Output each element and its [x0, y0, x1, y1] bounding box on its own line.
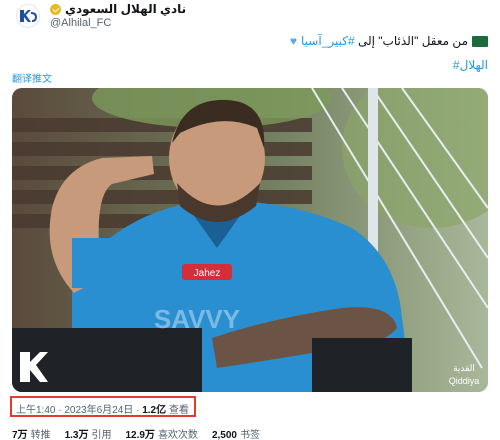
translate-link[interactable]: 翻译推文 — [12, 70, 52, 85]
retweets-label: 转推 — [30, 430, 51, 440]
qiddiya-watermark-text: Qiddiya — [449, 376, 480, 386]
qiddiya-arabic-text: القدية — [453, 363, 475, 373]
bookmarks-count: 2,500 — [211, 430, 237, 440]
verified-badge-icon — [50, 3, 61, 15]
tweet-time[interactable]: 上午1:40 — [16, 405, 55, 416]
display-name-text[interactable]: نادي الهلال السعودي — [65, 2, 186, 16]
likes-count: 12.9万 — [125, 430, 155, 440]
tweet-date[interactable]: 2023年6月24日 — [64, 405, 133, 416]
views-count: 1.2亿 — [142, 405, 167, 416]
tweet-timestamp-views: 上午1:40 · 2023年6月24日 · 1.2亿 查看 — [10, 396, 196, 417]
views-label: 查看 — [168, 405, 189, 416]
hashtag-link[interactable]: #كبير_آسيا — [301, 34, 355, 48]
bookmarks-stat[interactable]: 2,500 书签 — [212, 426, 260, 440]
engagement-stats: 7万 转推 1.3万 引用 12.9万 喜欢次数 2,500 书签 — [12, 426, 260, 440]
tweet-text: من معقل "الذئاب" إلى #كبير_آسيا♥ — [290, 34, 488, 48]
account-handle[interactable]: @Alhilal_FC — [50, 17, 186, 29]
likes-label: 喜欢次数 — [157, 430, 198, 440]
jersey-sponsor-text: Jahez — [194, 268, 221, 279]
hashtag-link[interactable]: #الهلال — [453, 58, 488, 72]
player-photo: Jahez SAVVY القدية Qiddiya — [12, 88, 488, 392]
meta-separator: · — [58, 405, 62, 416]
tweet-text-prefix: من معقل "الذئاب" إلى — [354, 34, 468, 48]
jersey-text: SAVVY — [154, 304, 240, 334]
quotes-count: 1.3万 — [64, 430, 89, 440]
account-display-name[interactable]: نادي الهلال السعودي — [50, 2, 186, 16]
retweets-stat[interactable]: 7万 转推 — [12, 426, 51, 440]
bookmarks-label: 书签 — [239, 430, 260, 440]
retweets-count: 7万 — [12, 430, 28, 440]
meta-separator: · — [136, 405, 140, 416]
quotes-stat[interactable]: 1.3万 引用 — [65, 426, 112, 440]
clapperboard-icon — [472, 36, 488, 48]
tweet-photo[interactable]: Jahez SAVVY القدية Qiddiya — [12, 88, 488, 392]
quotes-label: 引用 — [91, 430, 112, 440]
tweet-header: نادي الهلال السعودي @Alhilal_FC — [10, 2, 490, 32]
alhilal-logo-icon — [20, 10, 37, 22]
likes-stat[interactable]: 12.9万 喜欢次数 — [125, 426, 197, 440]
blue-heart-icon: ♥ — [289, 34, 298, 48]
account-avatar[interactable] — [16, 4, 40, 28]
